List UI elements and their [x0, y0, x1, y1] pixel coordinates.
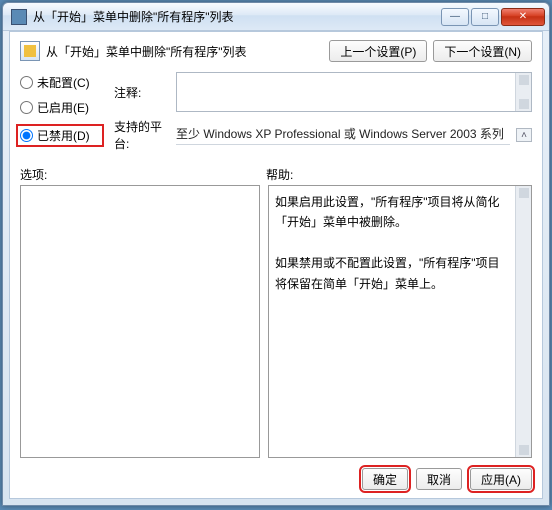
- mid-labels: 选项: 帮助:: [20, 166, 532, 183]
- radio-not-configured-input[interactable]: [20, 76, 33, 89]
- platform-text: 至少 Windows XP Professional 或 Windows Ser…: [176, 125, 510, 145]
- minimize-button[interactable]: —: [441, 8, 469, 26]
- window-title: 从「开始」菜单中删除"所有程序"列表: [33, 8, 441, 25]
- maximize-button[interactable]: □: [471, 8, 499, 26]
- radio-enabled-label: 已启用(E): [37, 99, 89, 116]
- policy-title: 从「开始」菜单中删除"所有程序"列表: [46, 43, 329, 60]
- close-button[interactable]: ✕: [501, 8, 545, 26]
- window-controls: — □ ✕: [441, 8, 545, 26]
- radio-disabled-input[interactable]: [20, 129, 33, 142]
- config-row: 未配置(C) 已启用(E) 已禁用(D) 注释:: [20, 72, 532, 152]
- comment-row: 注释:: [114, 72, 532, 112]
- radio-not-configured[interactable]: 未配置(C): [20, 74, 104, 91]
- help-pane: 如果启用此设置，"所有程序"项目将从简化「开始」菜单中被删除。 如果禁用或不配置…: [268, 185, 532, 458]
- nav-buttons: 上一个设置(P) 下一个设置(N): [329, 40, 532, 62]
- content-area: 从「开始」菜单中删除"所有程序"列表 上一个设置(P) 下一个设置(N) 未配置…: [9, 31, 543, 499]
- comment-textarea[interactable]: [176, 72, 532, 112]
- help-scrollbar[interactable]: [515, 186, 531, 457]
- next-setting-button[interactable]: 下一个设置(N): [433, 40, 532, 62]
- apply-button[interactable]: 应用(A): [470, 468, 532, 490]
- comment-scrollbar[interactable]: [515, 73, 531, 111]
- panes: 如果启用此设置，"所有程序"项目将从简化「开始」菜单中被删除。 如果禁用或不配置…: [20, 185, 532, 458]
- ok-button[interactable]: 确定: [362, 468, 408, 490]
- help-paragraph-1: 如果启用此设置，"所有程序"项目将从简化「开始」菜单中被删除。: [275, 192, 511, 233]
- comment-label: 注释:: [114, 84, 170, 101]
- prev-setting-button[interactable]: 上一个设置(P): [329, 40, 427, 62]
- app-icon: [11, 9, 27, 25]
- dialog-window: 从「开始」菜单中删除"所有程序"列表 — □ ✕ 从「开始」菜单中删除"所有程序…: [2, 2, 550, 506]
- platform-row: 支持的平台: 至少 Windows XP Professional 或 Wind…: [114, 118, 532, 152]
- platform-expand-icon[interactable]: ˄: [516, 128, 532, 142]
- radio-disabled[interactable]: 已禁用(D): [16, 124, 104, 147]
- header-row: 从「开始」菜单中删除"所有程序"列表 上一个设置(P) 下一个设置(N): [20, 40, 532, 62]
- titlebar[interactable]: 从「开始」菜单中删除"所有程序"列表 — □ ✕: [3, 3, 549, 31]
- cancel-button[interactable]: 取消: [416, 468, 462, 490]
- bottom-buttons: 确定 取消 应用(A): [20, 468, 532, 490]
- fields-column: 注释: 支持的平台: 至少 Windows XP Professional 或 …: [114, 72, 532, 152]
- radio-not-configured-label: 未配置(C): [37, 74, 90, 91]
- radio-disabled-label: 已禁用(D): [37, 127, 90, 144]
- policy-icon: [20, 41, 40, 61]
- help-label: 帮助:: [266, 166, 293, 183]
- options-label: 选项:: [20, 166, 266, 183]
- radio-enabled[interactable]: 已启用(E): [20, 99, 104, 116]
- platform-label: 支持的平台:: [114, 118, 170, 152]
- state-radios: 未配置(C) 已启用(E) 已禁用(D): [20, 72, 104, 147]
- radio-enabled-input[interactable]: [20, 101, 33, 114]
- options-pane: [20, 185, 260, 458]
- help-paragraph-2: 如果禁用或不配置此设置，"所有程序"项目将保留在简单「开始」菜单上。: [275, 253, 511, 294]
